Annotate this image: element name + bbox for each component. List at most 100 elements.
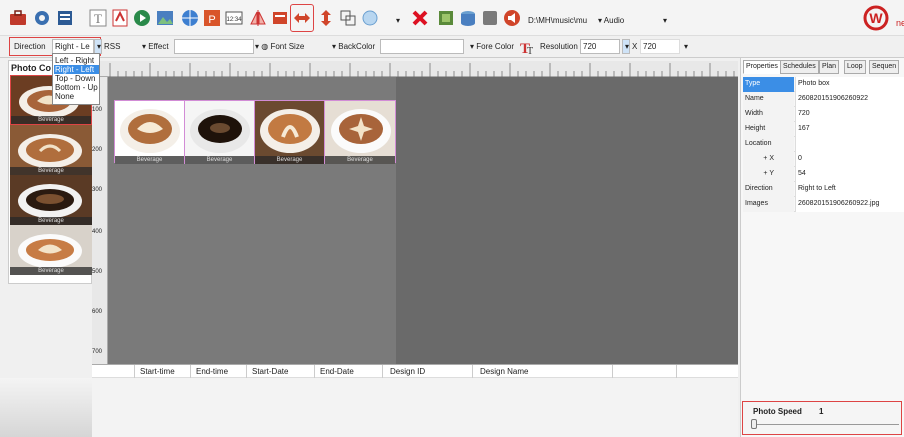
photo-thumb[interactable]: Beverage [10, 125, 92, 175]
back-color-input[interactable] [380, 39, 464, 54]
property-row-images[interactable]: Images 260820151906260922.jpg [743, 197, 904, 212]
property-row-name[interactable]: Name 260820151906260922 [743, 92, 904, 107]
audio-path-text[interactable]: D:\MH\music\mu [528, 16, 587, 25]
property-key: Type [743, 77, 794, 92]
group-icon[interactable] [338, 8, 358, 28]
property-value[interactable]: Right to Left [795, 182, 904, 197]
photo-box[interactable]: Beverage Beverage Beverage Beverage [114, 100, 396, 164]
left-ruler: 100 200 300 400 500 600 700 [92, 77, 108, 364]
fore-color-select[interactable]: ▾ Fore Color [470, 42, 514, 51]
property-value[interactable]: 260820151906260922 [795, 92, 904, 107]
property-value[interactable] [795, 137, 904, 152]
photo-thumb[interactable]: Beverage [10, 225, 92, 275]
grid-separator [246, 365, 247, 379]
briefcase-icon[interactable] [8, 8, 28, 28]
fore-color-label: Fore Color [476, 42, 515, 51]
text-icon[interactable]: T [88, 8, 108, 28]
property-key: Images [743, 197, 794, 212]
ppt-icon[interactable]: P [202, 8, 222, 28]
font-size-label: Font Size [270, 42, 305, 51]
top-ruler-ticks [109, 63, 735, 77]
direction-option-right-left[interactable]: Right - Left [54, 65, 99, 74]
resolution-height-arrow[interactable]: ▾ [684, 42, 688, 51]
property-row-location[interactable]: Location [743, 137, 904, 152]
font-size-select[interactable]: ▾ ◍ Font Size [255, 42, 304, 51]
effect-select[interactable]: ▾ Effect [142, 42, 169, 51]
web-icon[interactable] [180, 8, 200, 28]
direction-option-top-down[interactable]: Top - Down [54, 74, 99, 83]
audio-select[interactable]: ▾ Audio [598, 16, 624, 25]
dropdown-arrow-icon[interactable]: ▾ [396, 16, 400, 25]
arrow-v-icon[interactable] [316, 8, 336, 28]
pdf-icon[interactable] [110, 8, 130, 28]
font-icon: ◍ [261, 42, 269, 51]
thumb-caption: Beverage [11, 116, 91, 124]
property-value[interactable]: 167 [795, 122, 904, 137]
tab-plan[interactable]: Plan [819, 60, 840, 74]
tab-properties[interactable]: Properties [743, 60, 781, 74]
strip-photo: Beverage [325, 101, 395, 164]
grid-col-start-date[interactable]: Start-Date [252, 367, 288, 376]
direction-option-bottom-up[interactable]: Bottom - Up [54, 83, 99, 92]
rss-label[interactable]: RSS [104, 42, 120, 51]
property-row-type[interactable]: Type Photo box [743, 77, 904, 92]
grid-col-design-name[interactable]: Design Name [480, 367, 528, 376]
direction-dropdown-arrow[interactable]: ▾ [94, 39, 102, 54]
grid-col-end-time[interactable]: End-time [196, 367, 228, 376]
video-icon[interactable] [132, 8, 152, 28]
grid-col-start-time[interactable]: Start-time [140, 367, 175, 376]
delete-icon[interactable] [410, 8, 430, 28]
ruler-mark: 200 [92, 147, 103, 153]
property-row-height[interactable]: Height 167 [743, 122, 904, 137]
audio-dropdown-arrow[interactable]: ▾ [663, 16, 667, 25]
tab-loop[interactable]: Loop [844, 60, 866, 74]
coffee-image [325, 101, 395, 164]
rect-icon[interactable] [270, 8, 290, 28]
effect-input[interactable] [174, 39, 254, 54]
gear-icon[interactable] [32, 8, 52, 28]
coffee-image [185, 101, 254, 164]
clock-icon[interactable]: 12:34 [224, 8, 244, 28]
tab-sequence[interactable]: Sequen [869, 60, 900, 74]
resolution-height-input[interactable]: 720 [640, 39, 680, 54]
coffee-image [255, 101, 324, 164]
property-row-y[interactable]: + Y 54 [743, 167, 904, 182]
grid-separator [190, 365, 191, 379]
db-icon[interactable] [458, 8, 478, 28]
arrow-h-icon[interactable] [292, 8, 312, 28]
photo-speed-slider[interactable] [751, 419, 757, 429]
property-value[interactable]: 54 [795, 167, 904, 182]
resolution-width-arrow[interactable]: ▾ [622, 39, 630, 54]
grid-col-end-date[interactable]: End-Date [320, 367, 354, 376]
schedule-grid-body[interactable] [92, 378, 738, 437]
property-value[interactable]: 720 [795, 107, 904, 122]
direction-option-left-right[interactable]: Left - Right [54, 56, 99, 65]
resolution-width-input[interactable]: 720 [580, 39, 620, 54]
property-toolbar: Direction Right - Le ▾ RSS ▾ Effect ▾ ◍ … [0, 36, 904, 58]
layers-icon[interactable] [436, 8, 456, 28]
ruler-mark: 700 [92, 349, 103, 355]
text-style-icon[interactable]: TT [518, 38, 536, 56]
tab-schedules[interactable]: Schedules [780, 60, 819, 74]
globe-icon[interactable] [360, 8, 380, 28]
property-row-width[interactable]: Width 720 [743, 107, 904, 122]
list-icon[interactable] [55, 8, 75, 28]
direction-option-none[interactable]: None [54, 92, 99, 101]
audio-icon[interactable] [502, 8, 522, 28]
direction-dropdown-list: Left - Right Right - Left Top - Down Bot… [52, 53, 100, 105]
property-value[interactable]: Photo box [795, 77, 904, 92]
property-value[interactable]: 0 [795, 152, 904, 167]
grid-separator [612, 365, 613, 379]
photo-thumb[interactable]: Beverage [10, 175, 92, 225]
db2-icon[interactable] [480, 8, 500, 28]
grid-col-design-id[interactable]: Design ID [390, 367, 425, 376]
property-row-x[interactable]: + X 0 [743, 152, 904, 167]
strip-caption: Beverage [185, 156, 254, 164]
direction-select[interactable]: Right - Le [52, 39, 94, 54]
mirror-icon[interactable] [248, 8, 268, 28]
grid-separator [676, 365, 677, 379]
image-icon[interactable] [155, 8, 175, 28]
back-color-select[interactable]: ▾ BackColor [332, 42, 375, 51]
property-value[interactable]: 260820151906260922.jpg [795, 197, 904, 212]
property-row-direction[interactable]: Direction Right to Left [743, 182, 904, 197]
